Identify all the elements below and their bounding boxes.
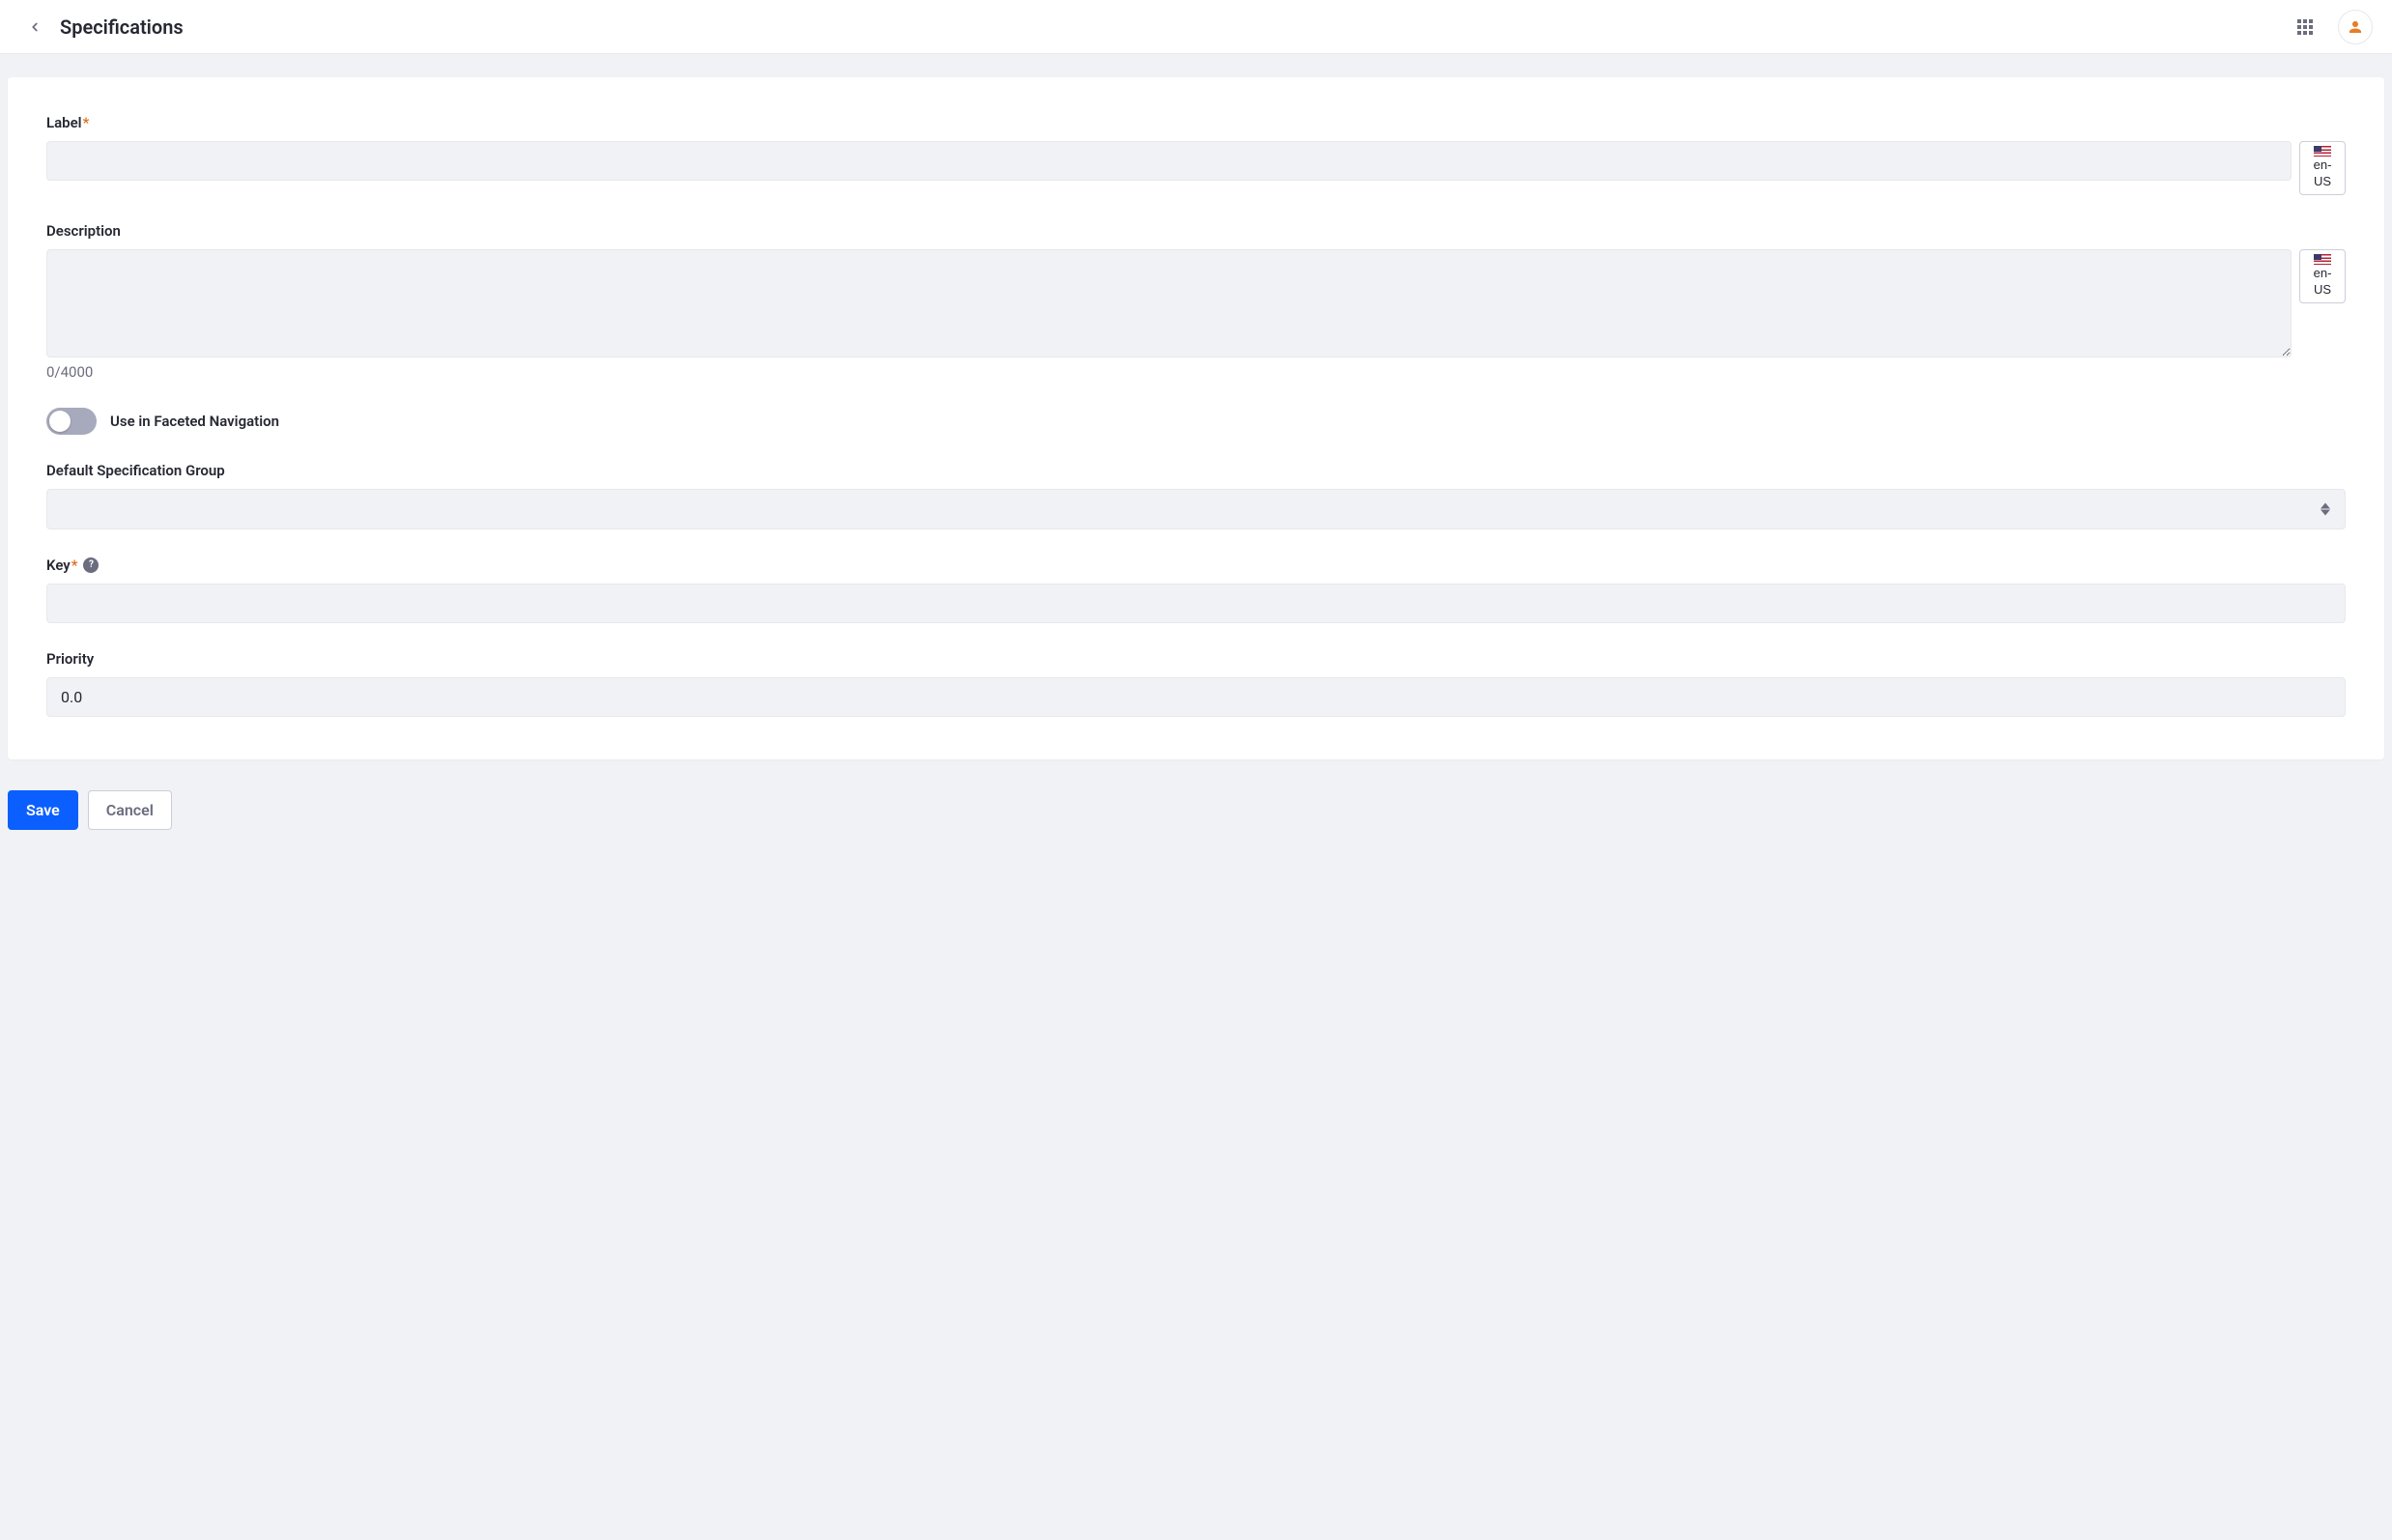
- required-indicator: *: [71, 556, 78, 574]
- label-field-label: Label*: [46, 114, 2346, 131]
- chevron-left-icon: [28, 20, 42, 34]
- key-input[interactable]: [46, 584, 2346, 623]
- priority-field-label: Priority: [46, 650, 2346, 668]
- user-avatar-button[interactable]: [2338, 10, 2373, 44]
- cancel-button[interactable]: Cancel: [88, 790, 172, 830]
- page-title: Specifications: [60, 15, 2290, 39]
- form-group-spec-group: Default Specification Group: [46, 462, 2346, 529]
- form-card: Label* en-US Description en-US 0/4000: [8, 77, 2384, 759]
- form-group-priority: Priority: [46, 650, 2346, 717]
- key-field-label: Key*: [46, 556, 77, 574]
- button-bar: Save Cancel: [0, 767, 2392, 849]
- us-flag-icon: [2314, 254, 2331, 265]
- priority-input[interactable]: [46, 677, 2346, 717]
- faceted-nav-toggle[interactable]: [46, 408, 97, 435]
- form-group-faceted-nav: Use in Faceted Navigation: [46, 408, 2346, 435]
- label-locale-button[interactable]: en-US: [2299, 141, 2346, 195]
- description-field-label: Description: [46, 222, 2346, 240]
- us-flag-icon: [2314, 146, 2331, 157]
- spec-group-field-label: Default Specification Group: [46, 462, 2346, 479]
- top-bar-actions: [2290, 10, 2373, 44]
- user-icon: [2347, 18, 2364, 36]
- label-input[interactable]: [46, 141, 2292, 181]
- description-textarea[interactable]: [46, 249, 2292, 357]
- required-indicator: *: [83, 114, 90, 131]
- back-button[interactable]: [19, 12, 50, 43]
- description-locale-button[interactable]: en-US: [2299, 249, 2346, 303]
- form-group-label: Label* en-US: [46, 114, 2346, 195]
- help-icon[interactable]: ?: [83, 557, 99, 573]
- description-char-count: 0/4000: [46, 363, 2346, 381]
- apps-grid-icon: [2297, 19, 2313, 35]
- faceted-nav-label: Use in Faceted Navigation: [110, 413, 279, 430]
- save-button[interactable]: Save: [8, 790, 78, 830]
- main-content: Label* en-US Description en-US 0/4000: [0, 54, 2392, 767]
- toggle-knob: [49, 411, 71, 432]
- apps-menu-button[interactable]: [2290, 12, 2321, 43]
- form-group-description: Description en-US 0/4000: [46, 222, 2346, 381]
- top-bar: Specifications: [0, 0, 2392, 54]
- form-group-key: Key* ?: [46, 556, 2346, 623]
- spec-group-select[interactable]: [46, 489, 2346, 529]
